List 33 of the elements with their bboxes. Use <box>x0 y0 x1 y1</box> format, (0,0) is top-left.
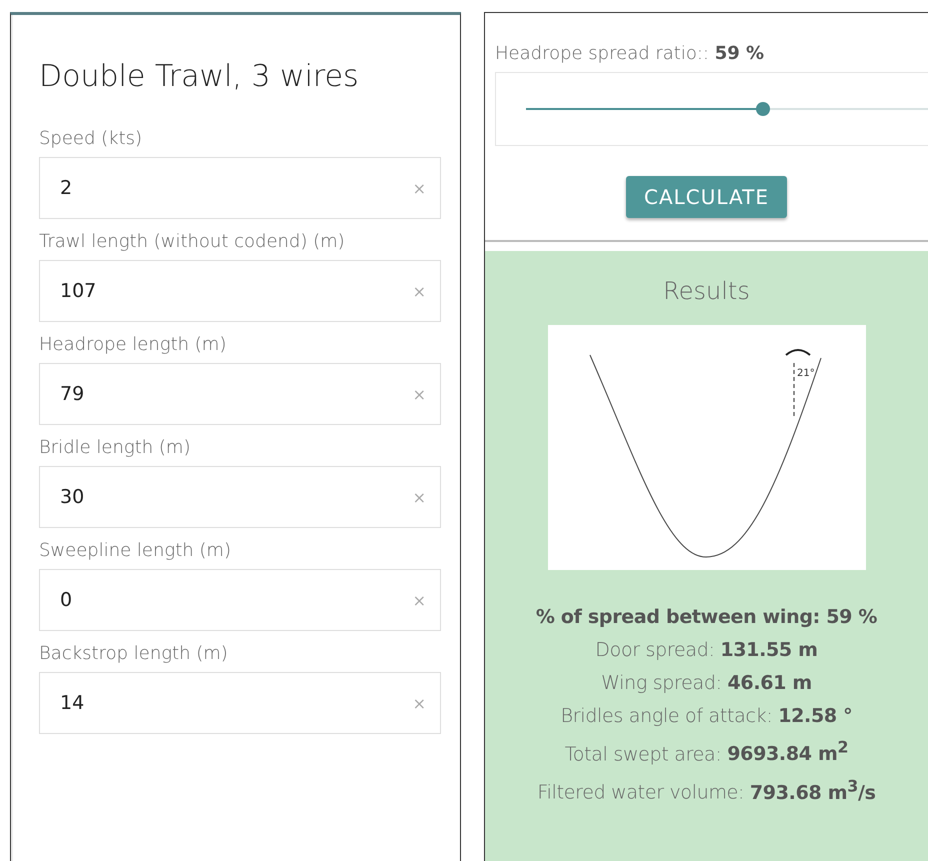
field-label: Backstrop length (m) <box>39 643 229 664</box>
input-field[interactable]: 107 × <box>39 260 441 322</box>
clear-button[interactable]: × <box>412 694 426 712</box>
reference-line <box>793 362 794 418</box>
field-label: Sweepline length (m) <box>39 540 232 561</box>
slider-thumb[interactable] <box>756 102 770 116</box>
result-line: % of spread between wing: 59 % <box>536 606 878 628</box>
clear-button[interactable]: × <box>412 590 426 610</box>
result-line: Wing spread: 46.61 m <box>601 672 812 694</box>
form-title: Double Trawl, 3 wires <box>39 59 360 94</box>
angle-label: 21° <box>796 368 814 379</box>
result-line: Filtered water volume: 793.68 m$^{3}$/s <box>537 776 876 804</box>
clear-button[interactable]: × <box>412 282 426 300</box>
field-label: Trawl length (without codend) (m) <box>39 231 346 252</box>
calculate-button[interactable]: CALCULATE <box>626 176 787 218</box>
clear-button[interactable]: × <box>412 384 426 404</box>
input-field[interactable]: 14 × <box>39 672 441 734</box>
slider[interactable] <box>526 102 928 116</box>
clear-button[interactable]: × <box>412 178 426 198</box>
results-title: Results <box>663 277 750 305</box>
result-line: Total swept area: 9693.84 m$^{2}$ <box>564 738 848 766</box>
input-field[interactable]: 0 × <box>39 569 441 631</box>
clear-button[interactable]: × <box>412 488 426 506</box>
input-field[interactable]: 2 × <box>39 157 441 219</box>
slider-label: Headrope spread ratio:: 59 % <box>495 43 766 64</box>
input-field[interactable]: 30 × <box>39 466 441 528</box>
angle-arc <box>784 349 810 356</box>
result-line: Door spread: 131.55 m <box>595 639 818 661</box>
field-label: Bridle length (m) <box>39 437 192 458</box>
field-label: Headrope length (m) <box>39 334 228 355</box>
result-line: Bridles angle of attack: 12.58 ° <box>560 705 852 727</box>
field-label: Speed (kts) <box>39 128 144 149</box>
input-field[interactable]: 79 × <box>39 363 441 425</box>
